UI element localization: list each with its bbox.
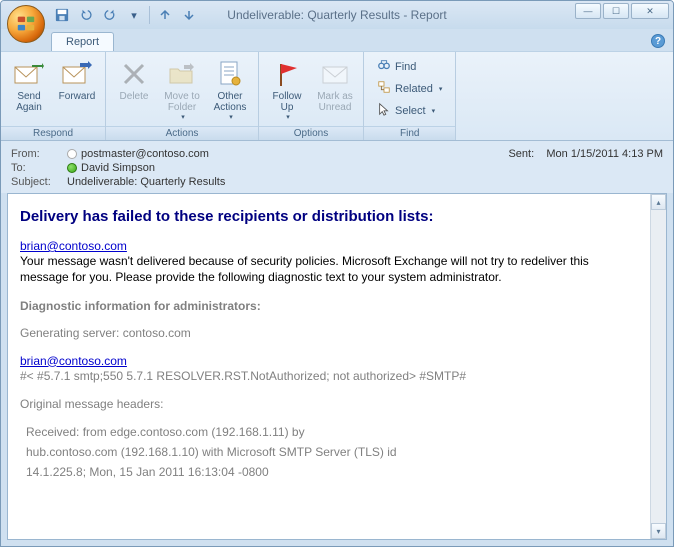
delete-x-icon [121,57,147,91]
find-button[interactable]: Find [372,56,447,77]
scroll-down-button[interactable]: ▾ [651,523,666,539]
sent-value: Mon 1/15/2011 4:13 PM [546,148,663,160]
subject-value: Undeliverable: Quarterly Results [67,176,225,188]
cursor-icon [377,102,391,119]
next-item-button[interactable] [180,6,198,24]
follow-up-button[interactable]: Follow Up ▾ [263,54,311,124]
received-line-2: hub.contoso.com (192.168.1.10) with Micr… [20,444,638,460]
from-label: From: [11,148,67,160]
to-value: David Simpson [81,162,155,174]
close-button[interactable]: ✕ [631,3,669,19]
original-headers-heading: Original message headers: [20,396,638,412]
ribbon-tabs: Report ? [1,29,673,51]
minimize-button[interactable]: — [575,3,601,19]
vertical-scrollbar[interactable]: ▴ ▾ [650,194,666,539]
maximize-button[interactable]: ☐ [603,3,629,19]
envelope-closed-icon [321,57,349,91]
previous-item-button[interactable] [156,6,174,24]
group-find: Find Related ▾ Select ▾ Find [364,52,456,140]
recipient-link-1[interactable]: brian@contoso.com [20,239,127,253]
related-button[interactable]: Related ▾ [372,78,447,99]
select-button[interactable]: Select ▾ [372,100,447,121]
to-label: To: [11,162,67,174]
chevron-down-icon: ▾ [439,85,443,93]
redo-button[interactable] [101,6,119,24]
received-line-3: 14.1.225.8; Mon, 15 Jan 2011 16:13:04 -0… [20,464,638,480]
chevron-down-icon: ▾ [432,107,436,115]
diagnostic-heading: Diagnostic information for administrator… [20,299,638,313]
send-again-button[interactable]: Send Again [5,54,53,116]
group-options: Follow Up ▾ Mark as Unread Options [259,52,364,140]
delete-button[interactable]: Delete [110,54,158,105]
recipient-link-2[interactable]: brian@contoso.com [20,354,127,368]
window-controls: — ☐ ✕ [575,3,669,19]
move-to-folder-button[interactable]: Move to Folder ▾ [158,54,206,124]
message-window: ▾ Undeliverable: Quarterly Results - Rep… [0,0,674,547]
presence-unknown-icon [67,149,77,159]
message-body-frame: Delivery has failed to these recipients … [7,193,667,540]
scroll-track[interactable] [651,210,666,523]
group-respond: Send Again Forward Respond [1,52,106,140]
scroll-up-button[interactable]: ▴ [651,194,666,210]
message-headers: From: postmaster@contoso.com Sent: Mon 1… [1,141,673,193]
mark-unread-button[interactable]: Mark as Unread [311,54,359,116]
from-value: postmaster@contoso.com [81,148,209,160]
binoculars-icon [377,58,391,75]
generating-server: Generating server: contoso.com [20,325,638,341]
envelope-forward-icon [62,57,92,91]
chevron-down-icon: ▾ [286,113,290,121]
ribbon: Send Again Forward Respond Delete Move t… [1,51,673,141]
folder-move-icon [168,57,196,91]
envelope-send-icon [14,57,44,91]
tab-report[interactable]: Report [51,32,114,51]
subject-label: Subject: [11,176,67,188]
ndr-headline: Delivery has failed to these recipients … [20,208,638,225]
office-orb-button[interactable] [7,5,45,43]
sent-label: Sent: [508,148,534,160]
other-actions-button[interactable]: Other Actions ▾ [206,54,254,124]
help-icon[interactable]: ? [651,34,665,48]
received-line-1: Received: from edge.contoso.com (192.168… [20,424,638,440]
flag-icon [273,57,301,91]
ndr-explanation: Your message wasn't delivered because of… [20,253,638,285]
quick-access-toolbar: ▾ [53,6,198,24]
qat-more-button[interactable]: ▾ [125,6,143,24]
presence-available-icon [67,163,77,173]
message-body: Delivery has failed to these recipients … [8,194,650,539]
chevron-down-icon: ▾ [229,113,233,121]
diagnostic-code: #< #5.7.1 smtp;550 5.7.1 RESOLVER.RST.No… [20,368,638,384]
titlebar: ▾ Undeliverable: Quarterly Results - Rep… [1,1,673,29]
related-icon [377,80,391,97]
group-actions: Delete Move to Folder ▾ Other Actions ▾ … [106,52,259,140]
chevron-down-icon: ▾ [181,113,185,121]
forward-button[interactable]: Forward [53,54,101,105]
save-button[interactable] [53,6,71,24]
document-gear-icon [217,57,243,91]
undo-button[interactable] [77,6,95,24]
